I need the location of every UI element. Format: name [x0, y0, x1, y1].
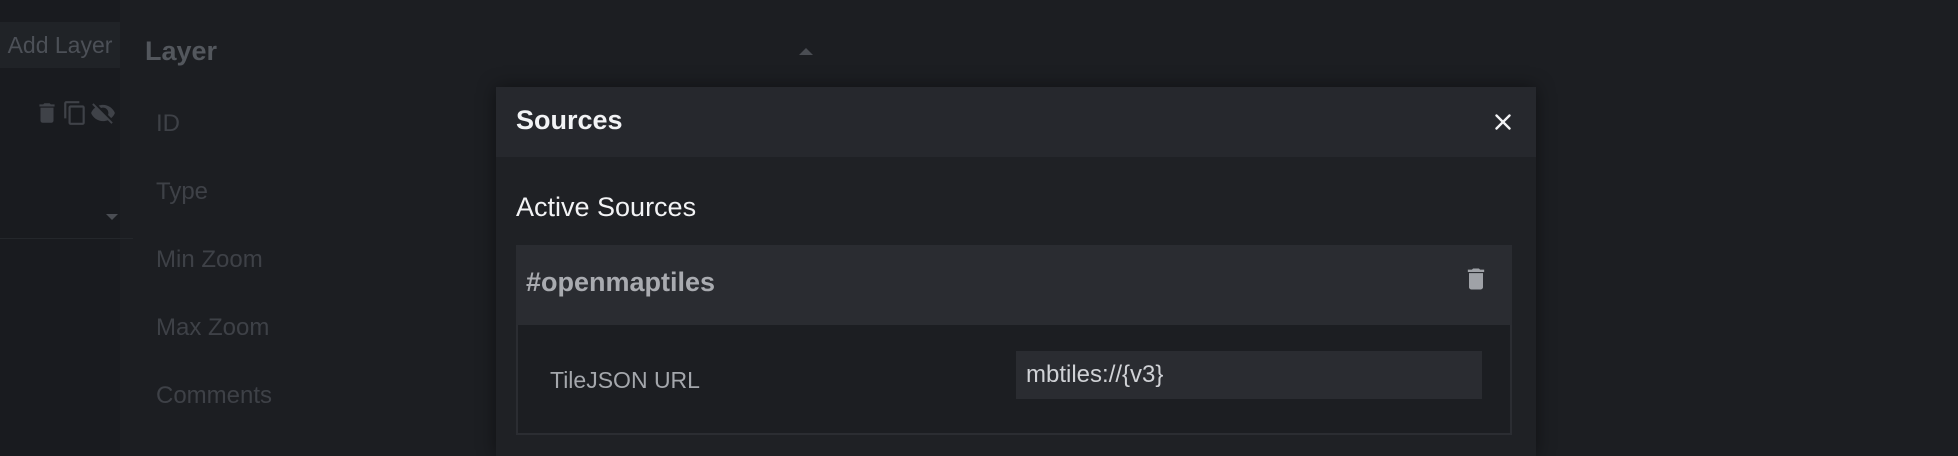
layer-list-panel: Add Layer: [0, 0, 120, 456]
tilejson-url-input[interactable]: [1016, 351, 1482, 399]
layer-actions: [34, 100, 116, 126]
property-label-min-zoom: Min Zoom: [156, 246, 263, 273]
close-icon: [1495, 114, 1511, 130]
source-card-header: #openmaptiles: [516, 245, 1512, 325]
property-label-comments: Comments: [156, 382, 273, 409]
tilejson-url-label: TileJSON URL: [550, 367, 700, 393]
source-card-body: TileJSON URL: [516, 325, 1512, 435]
layer-editor-title: Layer: [145, 36, 218, 66]
property-label-id: ID: [156, 110, 180, 137]
delete-source-button[interactable]: [1462, 265, 1490, 293]
trash-icon: [1467, 268, 1485, 290]
modal-header: Sources: [496, 87, 1536, 157]
add-layer-button[interactable]: Add Layer: [0, 22, 120, 68]
source-name: #openmaptiles: [526, 267, 716, 297]
chevron-up-icon[interactable]: [799, 48, 813, 55]
eye-off-icon[interactable]: [90, 100, 116, 126]
property-label-type: Type: [156, 178, 209, 205]
divider: [0, 238, 133, 239]
sources-modal: Sources Active Sources #openmaptiles Til…: [496, 87, 1536, 456]
copy-icon[interactable]: [62, 100, 88, 126]
trash-icon[interactable]: [34, 100, 60, 126]
source-card: #openmaptiles TileJSON URL: [516, 245, 1512, 456]
chevron-down-icon[interactable]: [106, 214, 118, 220]
property-label-max-zoom: Max Zoom: [156, 314, 270, 341]
modal-title: Sources: [516, 105, 623, 135]
active-sources-heading: Active Sources: [516, 192, 697, 222]
close-button[interactable]: [1490, 109, 1516, 135]
